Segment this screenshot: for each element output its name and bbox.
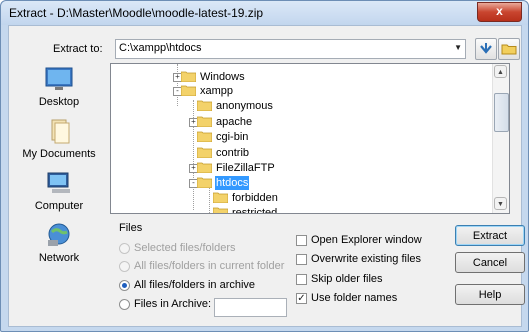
extract-to-combobox[interactable]: C:\xampp\htdocs ▼: [115, 39, 466, 59]
tree-node-label: apache: [216, 116, 253, 128]
tree-node-label: Windows: [200, 71, 245, 83]
close-button[interactable]: x: [477, 2, 522, 22]
tree-node-label: FileZillaFTP: [216, 162, 275, 174]
checkbox[interactable]: [296, 235, 307, 246]
chevron-down-icon[interactable]: ▼: [454, 43, 462, 52]
folder-icon: [197, 116, 212, 127]
dialog-body: Extract to: C:\xampp\htdocs ▼ Desktop My…: [8, 25, 525, 327]
folder-icon: [181, 71, 196, 82]
radio-label: All files/folders in archive: [134, 279, 256, 291]
place-label: Desktop: [38, 96, 80, 108]
folder-tree[interactable]: + Windows - xampp anonymous + apache cgi…: [110, 63, 510, 214]
radio-label: Selected files/folders: [134, 242, 236, 254]
extract-to-label: Extract to:: [53, 43, 103, 55]
radio-button[interactable]: [119, 243, 130, 254]
checkbox-label: Skip older files: [311, 273, 383, 285]
place-my-documents[interactable]: My Documents: [13, 118, 105, 160]
place-computer[interactable]: Computer: [13, 170, 105, 212]
extract-dialog: Extract - D:\Master\Moodle\moodle-latest…: [0, 0, 529, 332]
checkbox[interactable]: [296, 274, 307, 285]
radio-label: All files/folders in current folder: [134, 260, 285, 272]
checkbox[interactable]: [296, 254, 307, 265]
tree-scrollbar[interactable]: ▲ ▼: [492, 64, 509, 213]
extract-to-value: C:\xampp\htdocs: [119, 42, 202, 54]
cancel-button[interactable]: Cancel: [455, 252, 525, 273]
folder-icon: [501, 44, 517, 55]
open-folder-icon: [181, 85, 196, 96]
files-group-title: Files: [119, 222, 143, 234]
tree-node-label: htdocs: [215, 176, 250, 190]
refresh-path-button[interactable]: [475, 38, 497, 60]
radio-button[interactable]: [119, 280, 130, 291]
window-title: Extract - D:\Master\Moodle\moodle-latest…: [9, 6, 264, 20]
places-bar: Desktop My Documents Computer Network: [9, 66, 107, 282]
place-network[interactable]: Network: [13, 222, 105, 264]
scroll-up-icon[interactable]: ▲: [494, 65, 507, 78]
folder-icon: [213, 207, 228, 213]
archive-filter-input[interactable]: [214, 298, 287, 317]
scroll-thumb[interactable]: [494, 93, 509, 132]
place-label: My Documents: [22, 148, 96, 160]
place-desktop[interactable]: Desktop: [13, 66, 105, 108]
tree-node-label: xampp: [200, 85, 234, 97]
tree-node-label: anonymous: [216, 100, 273, 112]
computer-icon: [47, 172, 70, 193]
folder-icon: [197, 162, 212, 173]
tree-node-label: cgi-bin: [216, 131, 249, 143]
place-label: Computer: [34, 200, 84, 212]
folder-icon: [197, 147, 212, 158]
tree-node-label: forbidden: [232, 192, 278, 204]
radio-button[interactable]: [119, 261, 130, 272]
checkbox-label: Use folder names: [311, 292, 398, 304]
tree-guide-line: [177, 64, 178, 106]
refresh-arrow-icon: [480, 43, 492, 54]
documents-icon: [51, 119, 70, 144]
folder-icon: [197, 100, 212, 111]
tree-node-label: restricted: [232, 207, 278, 214]
open-folder-icon: [197, 177, 212, 188]
checkbox-label: Overwrite existing files: [311, 253, 422, 265]
tree-guide-line: [209, 184, 210, 213]
desktop-icon: [45, 67, 73, 90]
help-button[interactable]: Help: [455, 284, 525, 305]
checkbox[interactable]: ✓: [296, 293, 307, 304]
title-bar[interactable]: Extract - D:\Master\Moodle\moodle-latest…: [1, 1, 528, 25]
place-label: Network: [38, 252, 80, 264]
folder-icon: [197, 131, 212, 142]
network-icon: [48, 223, 70, 246]
radio-button[interactable]: [119, 299, 130, 310]
browse-folder-button[interactable]: [498, 38, 520, 60]
checkbox-label: Open Explorer window: [311, 234, 422, 246]
radio-label: Files in Archive:: [134, 298, 212, 310]
folder-icon: [213, 192, 228, 203]
scroll-down-icon[interactable]: ▼: [494, 197, 507, 210]
tree-node-label: contrib: [216, 147, 250, 159]
extract-button[interactable]: Extract: [455, 225, 525, 246]
